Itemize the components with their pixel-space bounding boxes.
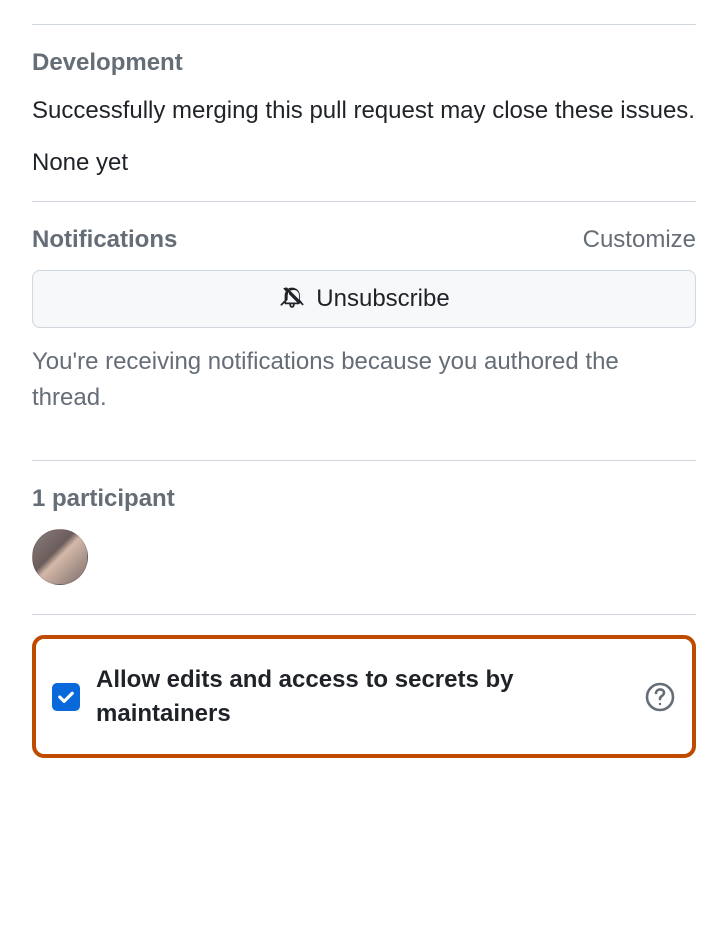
participants-section: 1 participant [32, 460, 696, 614]
development-none-yet: None yet [32, 149, 696, 177]
help-icon[interactable] [644, 681, 676, 713]
notifications-section: Notifications Customize Unsubscribe You'… [32, 201, 696, 460]
allow-edits-label[interactable]: Allow edits and access to secrets by mai… [96, 663, 628, 730]
allow-edits-checkbox[interactable] [52, 683, 80, 711]
check-icon [56, 687, 76, 707]
development-section: Development Successfully merging this pu… [32, 24, 696, 201]
notifications-reason: You're receiving notifications because y… [32, 344, 696, 416]
avatar[interactable] [32, 529, 88, 585]
bell-mute-icon [278, 285, 306, 313]
unsubscribe-label: Unsubscribe [316, 285, 449, 313]
development-description: Successfully merging this pull request m… [32, 93, 696, 129]
divider [32, 614, 696, 615]
participants-count: 1 participant [32, 485, 696, 513]
unsubscribe-button[interactable]: Unsubscribe [32, 270, 696, 328]
development-title: Development [32, 49, 183, 77]
notifications-title: Notifications [32, 226, 177, 254]
customize-link[interactable]: Customize [583, 226, 696, 254]
allow-edits-section: Allow edits and access to secrets by mai… [32, 635, 696, 758]
